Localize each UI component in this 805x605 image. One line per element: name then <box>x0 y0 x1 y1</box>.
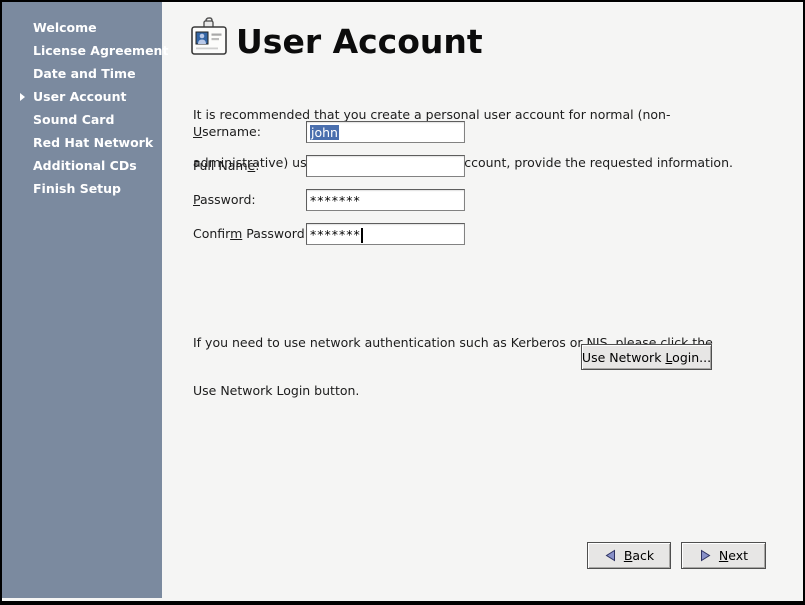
sidebar-item-label: Finish Setup <box>33 181 121 196</box>
label-text: : <box>255 158 259 173</box>
content-pane: User Account It is recommended that you … <box>162 2 803 598</box>
masked-password-text: ******* <box>310 193 361 208</box>
sidebar-item-additional-cds[interactable]: Additional CDs <box>2 154 162 177</box>
label-text: Confir <box>193 226 230 241</box>
confirm-password-row: Confirm Password: ******* <box>193 223 653 245</box>
text-caret <box>361 228 363 243</box>
button-label: Next <box>719 548 748 563</box>
masked-password-text: ******* <box>310 227 361 242</box>
full-name-row: Full Name: <box>193 155 653 177</box>
label-text: ogin... <box>672 350 711 365</box>
sidebar-item-label: Date and Time <box>33 66 136 81</box>
confirm-password-input[interactable]: ******* <box>306 223 465 245</box>
next-button[interactable]: Next <box>681 542 766 569</box>
sidebar-item-finish-setup[interactable]: Finish Setup <box>2 177 162 200</box>
full-name-label: Full Name: <box>193 155 259 177</box>
label-text: Full Nam <box>193 158 248 173</box>
sidebar-item-user-account[interactable]: User Account <box>2 85 162 108</box>
label-text: Password: <box>242 226 309 241</box>
next-arrow-icon <box>699 549 712 562</box>
password-row: Password: ******* <box>193 189 653 211</box>
sidebar-item-label: Welcome <box>33 20 97 35</box>
label-mnemonic: m <box>230 226 242 241</box>
label-text: ack <box>632 548 654 563</box>
label-mnemonic: N <box>719 548 728 563</box>
sidebar-item-label: Red Hat Network <box>33 135 153 150</box>
sidebar-item-label: License Agreement <box>33 43 168 58</box>
sidebar-item-label: User Account <box>33 89 126 104</box>
label-text: Use Network <box>582 350 666 365</box>
sidebar-item-red-hat-network[interactable]: Red Hat Network <box>2 131 162 154</box>
password-label: Password: <box>193 189 256 211</box>
sidebar: Welcome License Agreement Date and Time … <box>2 2 162 598</box>
network-note-line: Use Network Login button. <box>193 383 799 399</box>
user-account-icon <box>189 15 229 59</box>
full-name-input[interactable] <box>306 155 465 177</box>
setup-agent-window: Welcome License Agreement Date and Time … <box>0 0 805 605</box>
selected-text: john <box>310 125 339 140</box>
label-text: assword: <box>200 192 256 207</box>
button-label: Back <box>624 548 654 563</box>
main-row: Welcome License Agreement Date and Time … <box>2 2 803 598</box>
sidebar-item-license-agreement[interactable]: License Agreement <box>2 39 162 62</box>
use-network-login-button[interactable]: Use Network Login... <box>581 344 712 370</box>
label-mnemonic: U <box>193 124 202 139</box>
username-input[interactable]: john <box>306 121 465 143</box>
button-label: Use Network Login... <box>582 350 711 365</box>
page-title: User Account <box>236 22 483 61</box>
confirm-password-label: Confirm Password: <box>193 223 309 245</box>
sidebar-item-label: Additional CDs <box>33 158 137 173</box>
username-row: Username: john <box>193 121 653 143</box>
sidebar-item-sound-card[interactable]: Sound Card <box>2 108 162 131</box>
sidebar-item-welcome[interactable]: Welcome <box>2 16 162 39</box>
sidebar-item-label: Sound Card <box>33 112 114 127</box>
username-label: Username: <box>193 121 261 143</box>
label-text: ext <box>728 548 748 563</box>
label-text: sername: <box>202 124 261 139</box>
sidebar-item-date-and-time[interactable]: Date and Time <box>2 62 162 85</box>
back-arrow-icon <box>604 549 617 562</box>
password-input[interactable]: ******* <box>306 189 465 211</box>
label-mnemonic: P <box>193 192 200 207</box>
active-item-arrow-icon <box>20 93 25 101</box>
back-button[interactable]: Back <box>587 542 671 569</box>
